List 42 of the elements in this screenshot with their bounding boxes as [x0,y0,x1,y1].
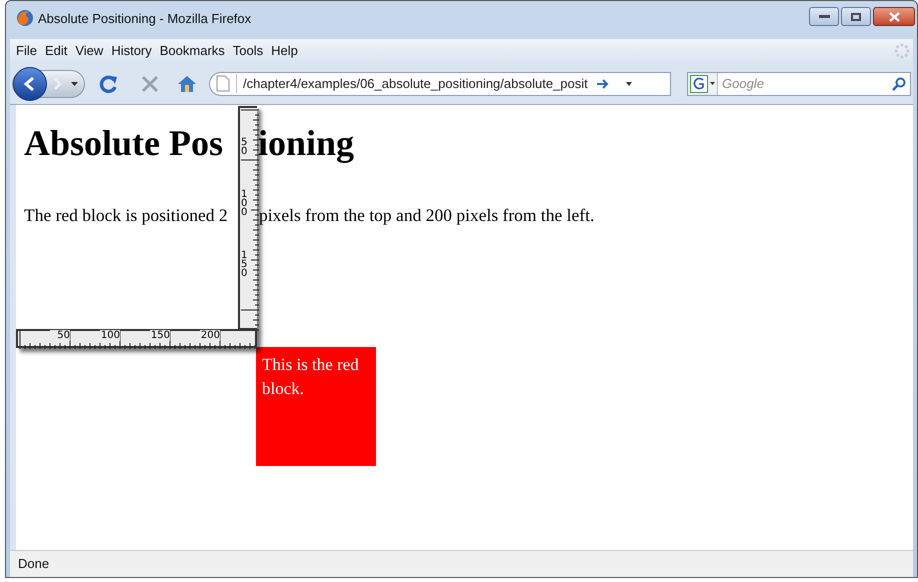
ruler-label: 100 [241,190,251,217]
search-field[interactable]: Google [687,72,911,96]
close-icon [888,12,900,22]
block-text: This is the red block. [262,355,359,398]
menu-item[interactable]: File [13,41,40,61]
menu-item[interactable]: Edit [42,41,70,61]
ruler-label: 150 [241,251,251,278]
go-arrow-icon[interactable] [596,78,610,90]
close-button[interactable] [873,7,915,26]
back-forward-button[interactable] [12,70,85,98]
page-heading: Absolute Pos [24,123,224,163]
window-title: Absolute Positioning - Mozilla Firefox [38,10,252,28]
maximize-button[interactable] [841,7,871,26]
caret-icon [71,82,78,86]
ruler-label: 100 [100,330,120,341]
menu-item[interactable]: View [72,41,106,61]
page-icon [216,75,230,92]
minimize-button[interactable] [809,7,839,26]
ruler-label: 200 [200,330,220,341]
page-heading: ioning [258,123,354,164]
status-text: Done [18,555,50,574]
search-engine-icon [690,74,708,92]
fox-globe-icon [16,9,34,27]
loading-spinner-icon [893,42,911,60]
ruler-label: 150 [150,330,170,341]
menu-item[interactable]: History [108,41,155,61]
horizontal-ruler[interactable]: 50 100 150 200 [16,329,257,348]
paragraph-text: The red block is positioned 2 [24,205,228,225]
address-text: /chapter4/examples/06_absolute_positioning/absolute_posit [236,74,588,94]
home-icon[interactable] [177,74,197,92]
search-input[interactable]: Google [722,74,822,94]
search-icon[interactable] [892,76,906,90]
menu-item[interactable]: Tools [230,41,266,61]
vertical-ruler[interactable]: 50 100 150 [238,106,257,330]
caret-icon[interactable] [626,82,632,86]
address-field[interactable]: /chapter4/examples/06_absolute_positioning/absolute_posit [209,72,671,96]
reload-icon[interactable] [99,74,119,94]
caret-icon [710,82,715,85]
ruler-label: 50 [50,330,70,341]
paragraph-text: pixels from the top and 200 pixels from the left. [259,204,594,226]
menu-item[interactable]: Help [268,41,301,61]
menu-item[interactable]: Bookmarks [156,41,228,61]
